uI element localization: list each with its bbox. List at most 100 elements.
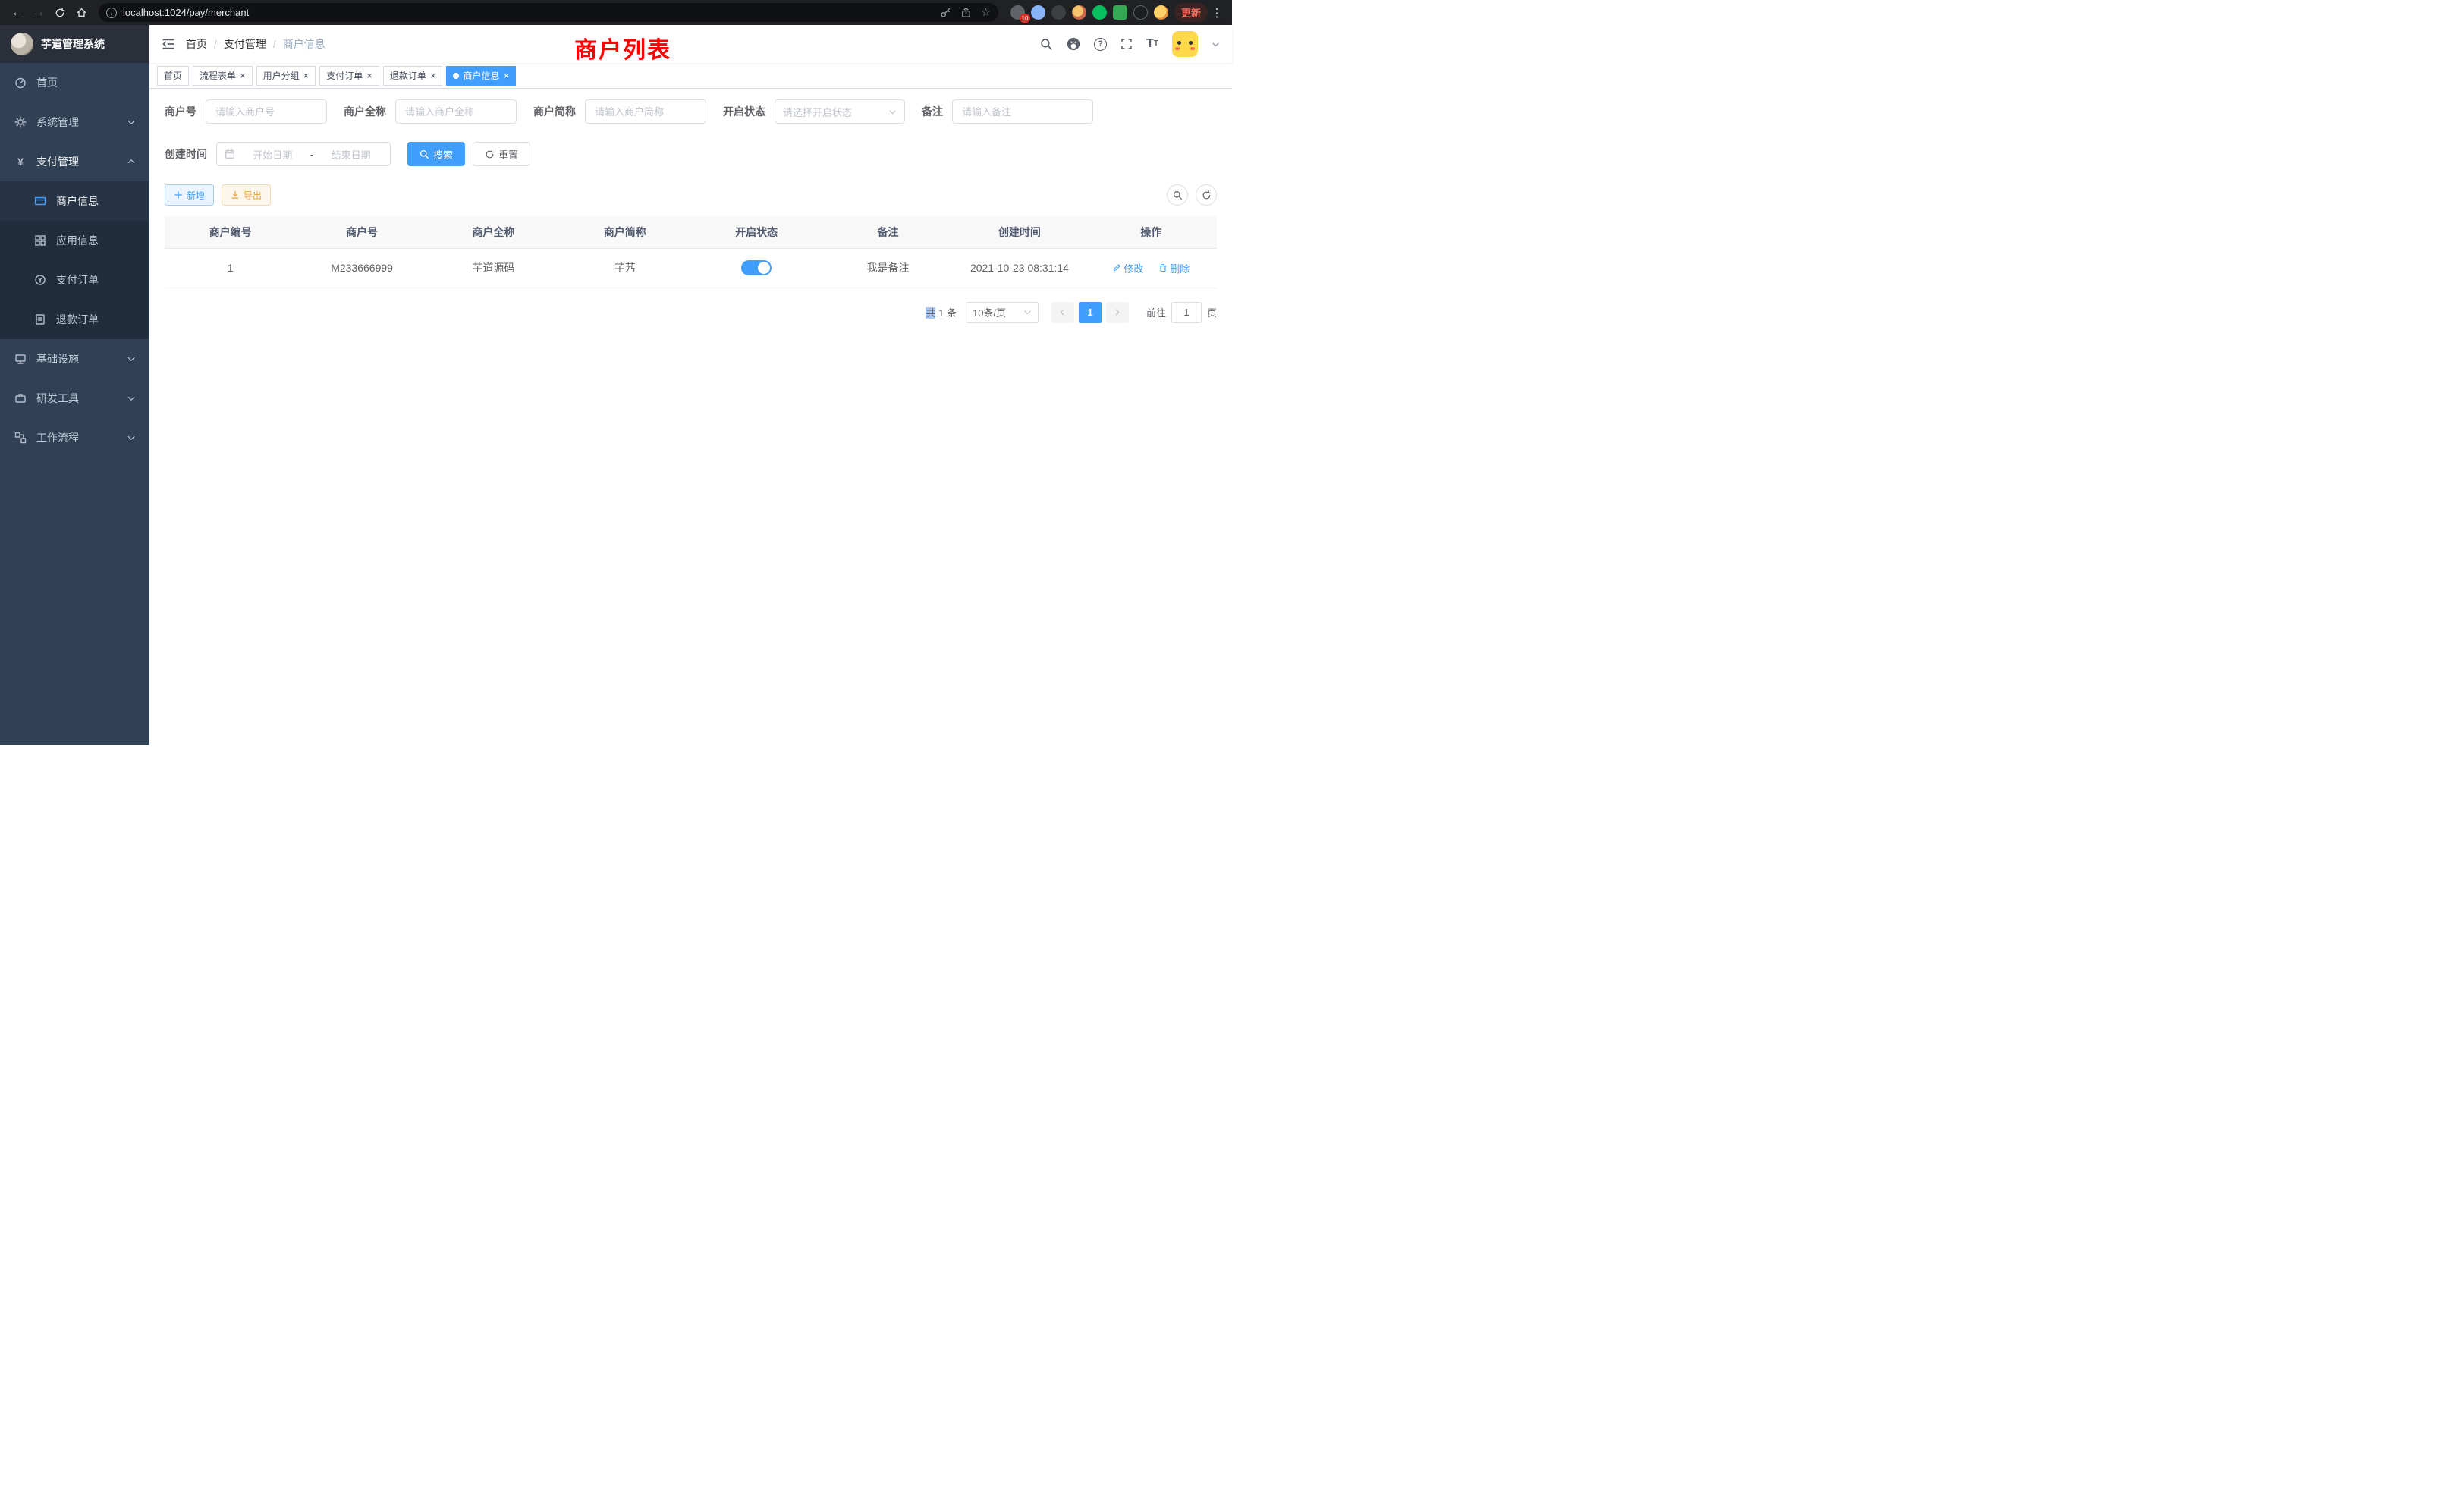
tab-pay-order[interactable]: 支付订单 × <box>319 66 379 86</box>
extension-icon-blue[interactable] <box>1031 5 1045 20</box>
fullscreen-icon[interactable] <box>1120 38 1133 50</box>
workflow-icon <box>14 432 27 444</box>
tab-process-form[interactable]: 流程表单 × <box>193 66 253 86</box>
toolbar-right <box>1167 184 1217 206</box>
chevron-right-icon <box>1113 308 1121 316</box>
share-icon[interactable] <box>960 7 972 18</box>
user-avatar[interactable] <box>1172 31 1198 57</box>
browser-forward-icon[interactable]: → <box>29 3 49 23</box>
merchant-no-input[interactable] <box>206 99 327 124</box>
page-unit-label: 页 <box>1207 305 1217 319</box>
column-header: 开启状态 <box>691 216 822 248</box>
password-key-icon[interactable] <box>940 7 951 18</box>
goto-page-input[interactable] <box>1171 302 1202 323</box>
sidebar-logo[interactable]: 芋道管理系统 <box>0 25 149 63</box>
page-size-select[interactable]: 10条/页 <box>966 302 1039 323</box>
close-icon[interactable]: × <box>303 71 310 80</box>
extension-icon-pinwheel[interactable] <box>1133 5 1148 20</box>
github-icon[interactable] <box>1067 37 1080 51</box>
search-button[interactable]: 搜索 <box>407 142 465 166</box>
page-number-1[interactable]: 1 <box>1079 302 1102 323</box>
extension-badge: 10 <box>1020 14 1030 23</box>
filter-remark: 备注 <box>922 99 1093 124</box>
page-content: 商户号 商户全称 商户简称 开启状态 请选择开启状态 <box>149 89 1232 745</box>
prev-page-button[interactable] <box>1051 302 1074 323</box>
extension-icon-emoji-avatar[interactable] <box>1154 5 1168 20</box>
edit-link[interactable]: 修改 <box>1112 261 1143 275</box>
bookmark-star-icon[interactable]: ☆ <box>981 6 991 19</box>
close-icon[interactable]: × <box>430 71 436 80</box>
filter-status: 开启状态 请选择开启状态 <box>723 99 905 124</box>
sidebar-item-infra[interactable]: 基础设施 <box>0 339 149 379</box>
extension-icon-wechat[interactable] <box>1092 5 1107 20</box>
extension-icon-avatar[interactable] <box>1072 5 1086 20</box>
date-separator: - <box>310 149 313 160</box>
cell-create-time: 2021-10-23 08:31:14 <box>954 248 1085 288</box>
tab-merchant-info[interactable]: 商户信息 × <box>446 66 516 86</box>
browser-refresh-icon[interactable] <box>50 3 70 23</box>
extension-icon-green-square[interactable] <box>1113 5 1127 20</box>
breadcrumb-section[interactable]: 支付管理 <box>224 36 266 52</box>
refresh-table-button[interactable] <box>1196 184 1217 206</box>
browser-menu-icon[interactable]: ⋮ <box>1209 6 1224 20</box>
cell-merchant-no: M233666999 <box>296 248 427 288</box>
browser-update-button[interactable]: 更新 <box>1174 3 1208 22</box>
sidebar-item-label: 系统管理 <box>36 115 79 130</box>
extensions-puzzle-icon[interactable]: 10 <box>1010 5 1025 20</box>
export-button[interactable]: 导出 <box>222 184 271 206</box>
status-toggle[interactable] <box>741 260 772 275</box>
close-icon[interactable]: × <box>366 71 372 80</box>
filter-label: 创建时间 <box>165 146 207 162</box>
close-icon[interactable]: × <box>503 71 509 80</box>
sidebar-item-refund-order[interactable]: 退款订单 <box>0 300 149 339</box>
chevron-down-icon <box>127 433 136 442</box>
sidebar-item-pay-order[interactable]: 支付订单 <box>0 260 149 300</box>
sidebar: 芋道管理系统 首页 系统管理 ¥ 支付管理 <box>0 25 149 745</box>
sidebar-item-system[interactable]: 系统管理 <box>0 102 149 142</box>
dashboard-icon <box>14 77 27 89</box>
help-icon[interactable]: ? <box>1094 38 1107 51</box>
address-bar[interactable]: i localhost:1024/pay/merchant ☆ <box>99 3 998 22</box>
sidebar-item-merchant-info[interactable]: 商户信息 <box>0 181 149 221</box>
column-header: 创建时间 <box>954 216 1085 248</box>
extension-icon-dark[interactable] <box>1051 5 1066 20</box>
url-text: localhost:1024/pay/merchant <box>123 7 934 18</box>
status-select[interactable]: 请选择开启状态 <box>775 99 905 124</box>
sidebar-item-payment[interactable]: ¥ 支付管理 <box>0 142 149 181</box>
browser-home-icon[interactable] <box>71 3 91 23</box>
next-page-button[interactable] <box>1106 302 1129 323</box>
date-range-picker[interactable]: 开始日期 - 结束日期 <box>216 142 391 166</box>
full-name-input[interactable] <box>395 99 517 124</box>
pagination: 共 1 条 10条/页 1 前往 页 <box>165 302 1217 323</box>
refresh-icon <box>1202 190 1212 200</box>
sidebar-item-workflow[interactable]: 工作流程 <box>0 418 149 457</box>
filter-row-2: 创建时间 开始日期 - 结束日期 搜索 重置 <box>165 142 1217 166</box>
browser-back-icon[interactable]: ← <box>8 3 27 23</box>
download-icon <box>231 190 240 200</box>
search-icon[interactable] <box>1040 38 1053 51</box>
sidebar-item-home[interactable]: 首页 <box>0 63 149 102</box>
site-info-icon[interactable]: i <box>106 8 117 18</box>
refund-doc-icon <box>33 313 47 325</box>
tab-user-group[interactable]: 用户分组 × <box>256 66 316 86</box>
short-name-input[interactable] <box>585 99 706 124</box>
table-header-row: 商户编号 商户号 商户全称 商户简称 开启状态 备注 创建时间 操作 <box>165 216 1217 248</box>
add-button[interactable]: 新增 <box>165 184 214 206</box>
page-size-value: 10条/页 <box>973 305 1006 319</box>
breadcrumb-home[interactable]: 首页 <box>186 36 207 52</box>
chevron-down-icon <box>127 394 136 403</box>
close-icon[interactable]: × <box>240 71 246 80</box>
tab-label: 首页 <box>164 69 182 82</box>
tab-refund-order[interactable]: 退款订单 × <box>383 66 443 86</box>
sidebar-collapse-icon[interactable] <box>162 37 175 51</box>
sidebar-item-app-info[interactable]: 应用信息 <box>0 221 149 260</box>
toggle-search-button[interactable] <box>1167 184 1188 206</box>
sidebar-item-dev-tools[interactable]: 研发工具 <box>0 379 149 418</box>
font-size-icon[interactable]: TT <box>1146 38 1158 50</box>
user-menu-caret-icon[interactable] <box>1212 40 1220 49</box>
remark-input[interactable] <box>952 99 1093 124</box>
delete-link[interactable]: 删除 <box>1158 261 1190 275</box>
tab-home[interactable]: 首页 <box>157 66 189 86</box>
extension-toolbar: 10 <box>1010 5 1168 20</box>
reset-button[interactable]: 重置 <box>473 142 530 166</box>
